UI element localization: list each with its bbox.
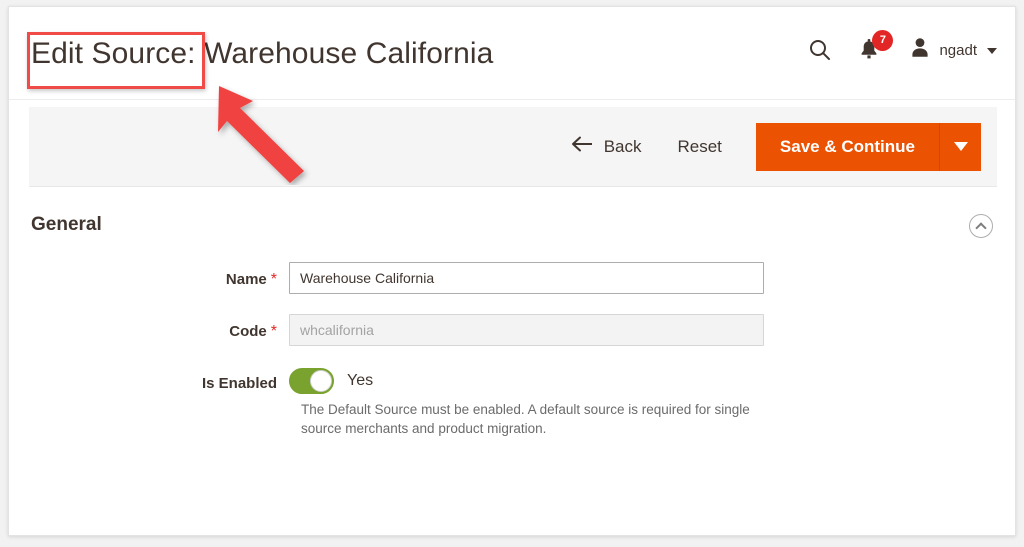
save-continue-split-button: Save & Continue — [755, 122, 981, 171]
code-label-text: Code — [229, 323, 267, 340]
chevron-up-glyph — [975, 221, 987, 234]
is-enabled-field-control: Yes — [289, 366, 993, 394]
is-enabled-label-text: Is Enabled — [201, 375, 277, 392]
fieldset-header: General — [31, 188, 993, 262]
header-tools: 7 ngadt — [808, 29, 997, 63]
page-title-prefix: Edit Source: — [31, 37, 196, 70]
general-fieldset: General Name* Code* — [9, 188, 1015, 438]
is-enabled-field-label: Is Enabled — [31, 366, 289, 392]
chevron-up-circle-icon[interactable] — [969, 214, 993, 238]
back-button[interactable]: Back — [571, 136, 642, 157]
is-enabled-field-note: The Default Source must be enabled. A de… — [301, 402, 750, 436]
name-input[interactable] — [289, 262, 764, 294]
is-enabled-toggle-state-label: Yes — [347, 372, 374, 389]
arrow-left-icon — [571, 136, 593, 157]
page-title: Edit Source: Warehouse California — [31, 37, 493, 71]
is-enabled-toggle-wrap: Yes — [289, 366, 993, 394]
code-field-label: Code * — [31, 314, 289, 341]
back-button-label: Back — [603, 136, 642, 156]
code-field-control — [289, 314, 993, 346]
name-label-text: Name — [225, 271, 267, 288]
name-field-label: Name * — [31, 262, 289, 289]
field-row-is-enabled: Is Enabled Yes — [31, 366, 993, 394]
field-row-name: Name * — [31, 262, 993, 294]
search-icon[interactable] — [808, 38, 832, 62]
user-name-label: ngadt — [939, 41, 977, 59]
screen-root: Edit Source: Warehouse California 7 ngad… — [0, 0, 1024, 547]
save-continue-button[interactable]: Save & Continue — [755, 122, 939, 171]
is-enabled-toggle[interactable] — [289, 368, 334, 394]
field-row-code: Code * — [31, 314, 993, 346]
page-title-name: Warehouse California — [204, 37, 494, 70]
browser-page-card: Edit Source: Warehouse California 7 ngad… — [8, 6, 1016, 536]
user-avatar-icon — [910, 37, 930, 63]
toggle-knob — [310, 370, 332, 392]
page-actions-toolbar: Back Reset Save & Continue — [29, 107, 997, 187]
page-header: Edit Source: Warehouse California 7 ngad… — [9, 7, 1015, 100]
caret-down-icon — [953, 142, 968, 151]
notifications-bell-icon[interactable]: 7 — [858, 29, 894, 62]
required-marker: * — [270, 271, 277, 288]
name-field-control — [289, 262, 993, 294]
save-options-dropdown-toggle[interactable] — [939, 122, 981, 171]
notification-badge: 7 — [872, 29, 894, 51]
fieldset-title: General — [31, 214, 102, 235]
required-marker: * — [270, 323, 277, 340]
chevron-down-icon — [987, 48, 997, 54]
code-input — [289, 314, 764, 346]
reset-button[interactable]: Reset — [677, 137, 721, 157]
user-menu[interactable]: ngadt — [910, 37, 997, 63]
